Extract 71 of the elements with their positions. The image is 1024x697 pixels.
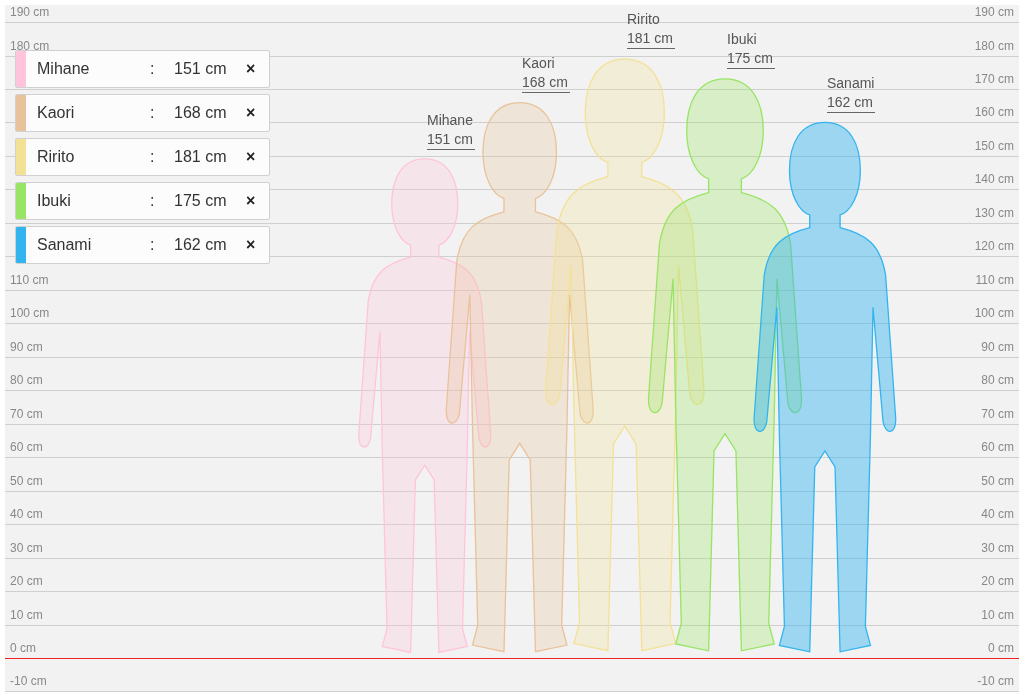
legend-name: Ibuki <box>37 191 72 211</box>
legend-height: 181 cm <box>174 147 228 167</box>
legend-name: Kaori <box>37 103 76 123</box>
scale-label: 30 cm <box>981 541 1014 554</box>
scale-label: 190 cm <box>974 6 1014 19</box>
scale-label: 180 cm <box>10 39 50 52</box>
person-height: 175 cm <box>727 49 775 70</box>
legend-row[interactable]: Ibuki : 175 cm × <box>15 182 270 220</box>
person-height: 181 cm <box>627 29 675 50</box>
scale-label: 140 cm <box>974 173 1014 186</box>
legend-separator: : <box>150 103 156 123</box>
person-name: Kaori <box>522 53 556 73</box>
scale-label: -10 cm <box>10 675 47 688</box>
legend-separator: : <box>150 147 156 167</box>
scale-label: 40 cm <box>981 508 1014 521</box>
scale-label: -10 cm <box>977 675 1014 688</box>
remove-button[interactable]: × <box>244 233 258 257</box>
scale-label: 80 cm <box>10 374 43 387</box>
scale-label: 120 cm <box>974 240 1014 253</box>
scale-label: 100 cm <box>10 307 50 320</box>
remove-button[interactable]: × <box>244 189 258 213</box>
legend-separator: : <box>150 235 156 255</box>
scale-label: 60 cm <box>10 441 43 454</box>
person-height: 168 cm <box>522 72 570 93</box>
legend-row[interactable]: Kaori : 168 cm × <box>15 94 270 132</box>
scale-label: 10 cm <box>981 608 1014 621</box>
person-name: Sanami <box>827 73 875 93</box>
legend-name: Mihane <box>37 59 91 79</box>
person-name: Ibuki <box>727 30 758 50</box>
scale-label: 40 cm <box>10 508 43 521</box>
scale-label: 90 cm <box>10 340 43 353</box>
legend-height: 168 cm <box>174 103 228 123</box>
person-name: Mihane <box>427 110 474 130</box>
person-height: 151 cm <box>427 129 475 150</box>
legend-separator: : <box>150 59 156 79</box>
scale-label: 50 cm <box>10 474 43 487</box>
scale-label: 190 cm <box>10 6 50 19</box>
scale-label: 110 cm <box>10 273 49 286</box>
scale-label: 50 cm <box>981 474 1014 487</box>
scale-label: 10 cm <box>10 608 43 621</box>
legend-separator: : <box>150 191 156 211</box>
remove-button[interactable]: × <box>244 57 258 81</box>
person-name: Ririto <box>627 10 661 30</box>
scale-label: 70 cm <box>981 407 1014 420</box>
legend-height: 162 cm <box>174 235 228 255</box>
scale-label: 0 cm <box>10 642 36 654</box>
legend-height: 175 cm <box>174 191 228 211</box>
scale-label: 20 cm <box>10 575 43 588</box>
scale-label: 180 cm <box>974 39 1014 52</box>
legend-height: 151 cm <box>174 59 228 79</box>
scale-label: 150 cm <box>974 139 1014 152</box>
scale-label: 70 cm <box>10 407 43 420</box>
scale-label: 80 cm <box>981 374 1014 387</box>
scale-label: 160 cm <box>974 106 1014 119</box>
scale-label: 170 cm <box>974 73 1014 85</box>
remove-button[interactable]: × <box>244 101 258 125</box>
person-height: 162 cm <box>827 92 875 113</box>
scale-label: 20 cm <box>981 575 1014 588</box>
scale-label: 100 cm <box>974 307 1014 320</box>
remove-button[interactable]: × <box>244 145 258 169</box>
scale-label: 30 cm <box>10 541 43 554</box>
legend-row[interactable]: Mihane : 151 cm × <box>15 50 270 88</box>
scale-label: 0 cm <box>988 642 1014 654</box>
scale-label: 90 cm <box>981 340 1014 353</box>
legend-row[interactable]: Sanami : 162 cm × <box>15 226 270 264</box>
scale-label: 60 cm <box>981 441 1014 454</box>
legend-name: Ririto <box>37 147 76 167</box>
legend-name: Sanami <box>37 235 93 255</box>
legend-row[interactable]: Ririto : 181 cm × <box>15 138 270 176</box>
scale-label: 130 cm <box>974 206 1014 219</box>
scale-label: 110 cm <box>975 273 1014 286</box>
